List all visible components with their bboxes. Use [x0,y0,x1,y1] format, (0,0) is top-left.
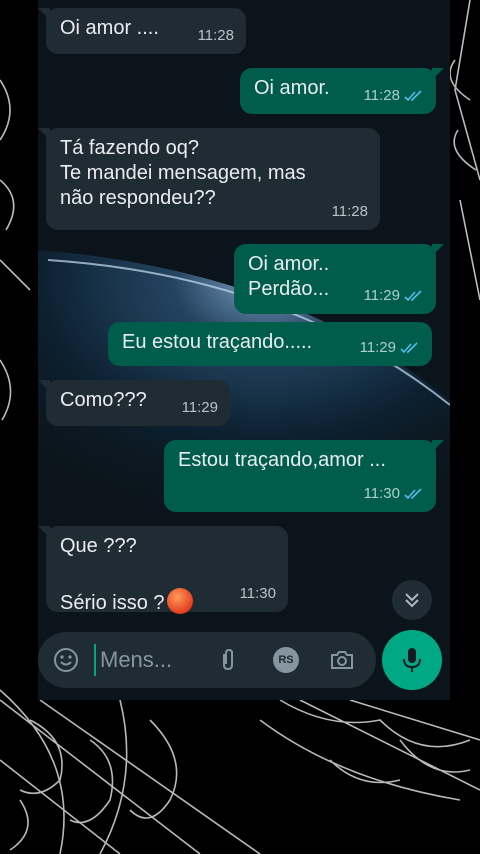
message-time: 11:30 [239,585,276,602]
message-outgoing[interactable]: Oi amor. 11:28 [240,68,444,114]
message-meta: 11:30 [240,581,276,606]
rs-badge: RS [273,647,299,673]
camera-icon[interactable] [328,646,356,674]
message-time: 11:29 [181,399,218,416]
scroll-to-bottom-button[interactable] [392,580,432,620]
message-time: 11:28 [363,87,400,104]
message-input[interactable] [94,644,210,676]
message-text: Tá fazendo oq? Te mandei mensagem, mas n… [60,137,306,209]
message-text: Sério isso ? [60,592,165,614]
message-incoming[interactable]: Como??? 11:29 [38,380,230,426]
message-time: 11:29 [359,339,396,356]
message-outgoing[interactable]: Oi amor.. Perdão... 11:29 [234,244,444,314]
message-meta: 11:28 [332,199,368,224]
chat-area[interactable]: Oi amor .... 11:28 Oi amor. 11:28 Tá faz… [38,0,450,700]
message-text-line1: Que ??? [60,535,137,557]
message-meta: 11:29 [182,395,218,420]
read-ticks-icon [404,487,422,499]
read-ticks-icon [404,289,422,301]
angry-face-icon [166,588,193,614]
mic-icon [403,648,421,672]
message-incoming[interactable]: Oi amor .... 11:28 [38,8,246,54]
mic-button[interactable] [382,630,442,690]
message-incoming[interactable]: Tá fazendo oq? Te mandei mensagem, mas n… [38,128,380,230]
message-meta: 11:30 [364,481,424,506]
message-outgoing[interactable]: Estou traçando,amor ... 11:30 [164,440,444,512]
attach-icon[interactable] [214,646,242,674]
message-time: 11:29 [363,287,400,304]
message-meta: 11:29 [360,335,420,360]
double-chevron-down-icon [405,593,419,608]
emoji-icon[interactable] [52,646,80,674]
message-time: 11:28 [331,203,368,220]
message-meta: 11:28 [364,83,424,108]
rs-icon[interactable]: RS [272,646,300,674]
message-text: Estou traçando,amor ... [178,449,386,471]
message-time: 11:28 [197,27,234,44]
read-ticks-icon [404,89,422,101]
message-outgoing[interactable]: Eu estou traçando..... 11:29 [108,322,432,366]
message-meta: 11:29 [364,283,424,308]
message-composer: RS [38,632,376,688]
message-time: 11:30 [363,485,400,502]
message-meta: 11:28 [198,23,234,48]
message-incoming[interactable]: Que ??? Sério isso ? 11:30 [38,526,288,614]
read-ticks-icon [400,341,418,353]
